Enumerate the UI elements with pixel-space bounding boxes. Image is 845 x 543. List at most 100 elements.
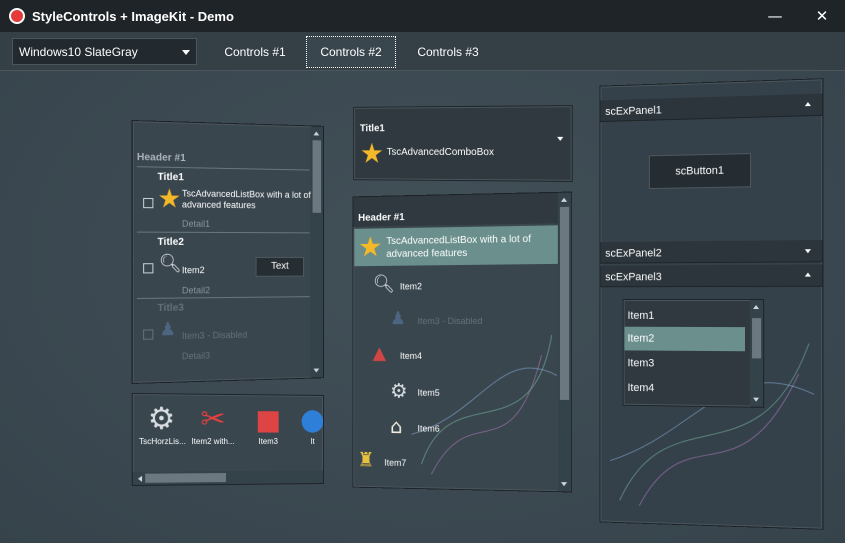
tab-controls-1[interactable]: Controls #1 [210, 36, 300, 68]
list-item[interactable]: ▲ Item4 [373, 343, 552, 369]
item-detail: Detail1 [181, 218, 211, 229]
item-text: Item2 [181, 265, 205, 276]
combo-title: Title1 [359, 123, 385, 135]
style-combo-value: Windows10 SlateGray [19, 45, 138, 59]
item-text: Item2 [627, 332, 655, 345]
collapse-icon[interactable] [804, 101, 811, 107]
joystick-icon: ♟ [159, 318, 176, 341]
tab-controls-3[interactable]: Controls #3 [403, 36, 493, 68]
app-logo-icon [9, 8, 25, 24]
vertical-scrollbar[interactable] [750, 299, 764, 407]
gear-icon: ⚙ [147, 401, 176, 437]
item-text: Item2 [399, 281, 422, 292]
list-item[interactable]: 🔍︎ Item2 [373, 272, 552, 300]
list-item-selected[interactable]: ★ TscAdvancedListBox with a lot of advan… [354, 225, 558, 267]
item-text: Item7 [384, 457, 407, 468]
advanced-combobox[interactable]: Title1 ★ TscAdvancedComboBox [353, 105, 573, 182]
list-item[interactable]: Title1 ★ TscAdvancedListBox with a lot o… [133, 167, 312, 231]
chevron-down-icon[interactable] [557, 136, 564, 141]
item-detail: Detail2 [181, 285, 211, 296]
expanel1-header[interactable]: scExPanel1 [600, 93, 823, 123]
item-text-line2: advanced features [386, 247, 468, 260]
close-button[interactable]: ✕ [799, 0, 845, 32]
window-title: StyleControls + ImageKit - Demo [32, 9, 234, 24]
list-item[interactable]: ♜ Item7 [357, 447, 545, 478]
cubes-icon: ■ [255, 403, 282, 437]
scroll-down-icon[interactable] [313, 368, 320, 373]
expanel2-header[interactable]: scExPanel2 [600, 239, 823, 264]
item-text: Item5 [417, 387, 440, 398]
shapes-icon: ▲ [372, 342, 387, 364]
gear-icon: ⚙ [390, 378, 408, 403]
horizontal-scrollbar[interactable] [132, 470, 324, 486]
listbox-panel3[interactable]: Item1 Item2 Item3 Item4 [622, 298, 765, 408]
horz-item-label: Item2 with... [191, 436, 235, 447]
search-icon: 🔍︎ [372, 273, 395, 295]
scroll-left-icon[interactable] [137, 475, 143, 482]
item-text: Item3 - Disabled [181, 329, 248, 341]
horz-list-item[interactable]: ● It [298, 402, 324, 461]
advanced-listbox-middle[interactable]: Header #1 ★ TscAdvancedListBox with a lo… [352, 191, 573, 493]
list-item[interactable]: Item1 [627, 310, 654, 322]
expanel1-title: scExPanel1 [605, 104, 662, 118]
sc-button-1[interactable]: scButton1 [648, 153, 752, 190]
list-item[interactable]: ⌂ Item6 [390, 414, 550, 442]
list-header: Header #1 [358, 212, 405, 224]
title-bar: StyleControls + ImageKit - Demo — ✕ [0, 0, 845, 32]
objects-icon: ♜ [357, 447, 375, 472]
chevron-down-icon [182, 50, 190, 55]
horz-list-item[interactable]: ■ Item3 [246, 403, 291, 461]
item-text: Item6 [417, 423, 440, 434]
expanding-panels-column: scExPanel1 scButton1 scExPanel2 scExPane… [599, 78, 824, 530]
list-item[interactable]: Title2 🔍︎ Item2 Text Detail2 [133, 233, 312, 298]
item-text-line1: TscAdvancedListBox with a lot of [181, 188, 311, 201]
minimize-button[interactable]: — [752, 0, 798, 32]
item-checkbox [143, 329, 154, 340]
tab-controls-2[interactable]: Controls #2 [306, 36, 396, 68]
list-item[interactable]: Item4 [627, 382, 654, 394]
home-icon: ⌂ [390, 414, 403, 439]
expand-icon[interactable] [804, 249, 811, 254]
vertical-scrollbar[interactable] [310, 126, 323, 378]
scroll-up-icon[interactable] [560, 197, 568, 202]
list-item[interactable]: ⚙ Item5 [390, 379, 550, 406]
globe-icon: ● [300, 402, 324, 438]
tab-content: Header #1 Title1 ★ TscAdvancedListBox wi… [0, 71, 845, 543]
app-window: StyleControls + ImageKit - Demo — ✕ Wind… [0, 0, 845, 543]
scroll-down-icon[interactable] [753, 397, 760, 402]
item-checkbox[interactable] [143, 197, 154, 209]
advanced-listbox-left[interactable]: Header #1 Title1 ★ TscAdvancedListBox wi… [131, 120, 324, 384]
star-icon: ★ [358, 230, 383, 264]
list-header-bar: Header #1 [353, 192, 560, 227]
item-title: Title3 [157, 302, 184, 315]
star-icon: ★ [359, 137, 384, 170]
collapse-icon[interactable] [804, 272, 811, 277]
list-header: Header #1 [136, 151, 186, 165]
item-text: Item3 - Disabled [417, 315, 483, 327]
search-icon: 🔍︎ [158, 253, 182, 275]
scroll-thumb[interactable] [312, 140, 322, 213]
list-item[interactable]: Item3 [627, 357, 654, 369]
tools-icon: ✂ [200, 401, 226, 437]
expanel3-header[interactable]: scExPanel3 [600, 264, 823, 288]
list-item-selected[interactable]: Item2 [624, 326, 745, 352]
item-text-button[interactable]: Text [255, 256, 304, 277]
scroll-thumb[interactable] [145, 473, 227, 483]
expanel2-title: scExPanel2 [605, 247, 662, 260]
item-checkbox[interactable] [143, 263, 154, 274]
star-icon: ★ [157, 183, 182, 215]
horz-item-label: TscHorzLis... [138, 436, 186, 447]
horizontal-listbox[interactable]: ⚙ TscHorzLis... ✂ Item2 with... ■ Item3 … [131, 392, 324, 487]
style-combo[interactable]: Windows10 SlateGray [12, 38, 197, 65]
item-text-line2: advanced features [181, 199, 256, 211]
item-text: Item4 [399, 350, 422, 361]
item-title: Title2 [157, 236, 184, 248]
item-text-line1: TscAdvancedListBox with a lot of [386, 233, 531, 248]
horz-list-item[interactable]: ✂ Item2 with... [188, 401, 238, 462]
scroll-up-icon[interactable] [313, 131, 320, 136]
horz-item-label: Item3 [258, 437, 278, 446]
scroll-thumb[interactable] [752, 318, 762, 359]
horz-list-item[interactable]: ⚙ TscHorzLis... [138, 401, 186, 461]
scroll-up-icon[interactable] [753, 305, 760, 310]
horz-item-label: It [310, 437, 315, 446]
